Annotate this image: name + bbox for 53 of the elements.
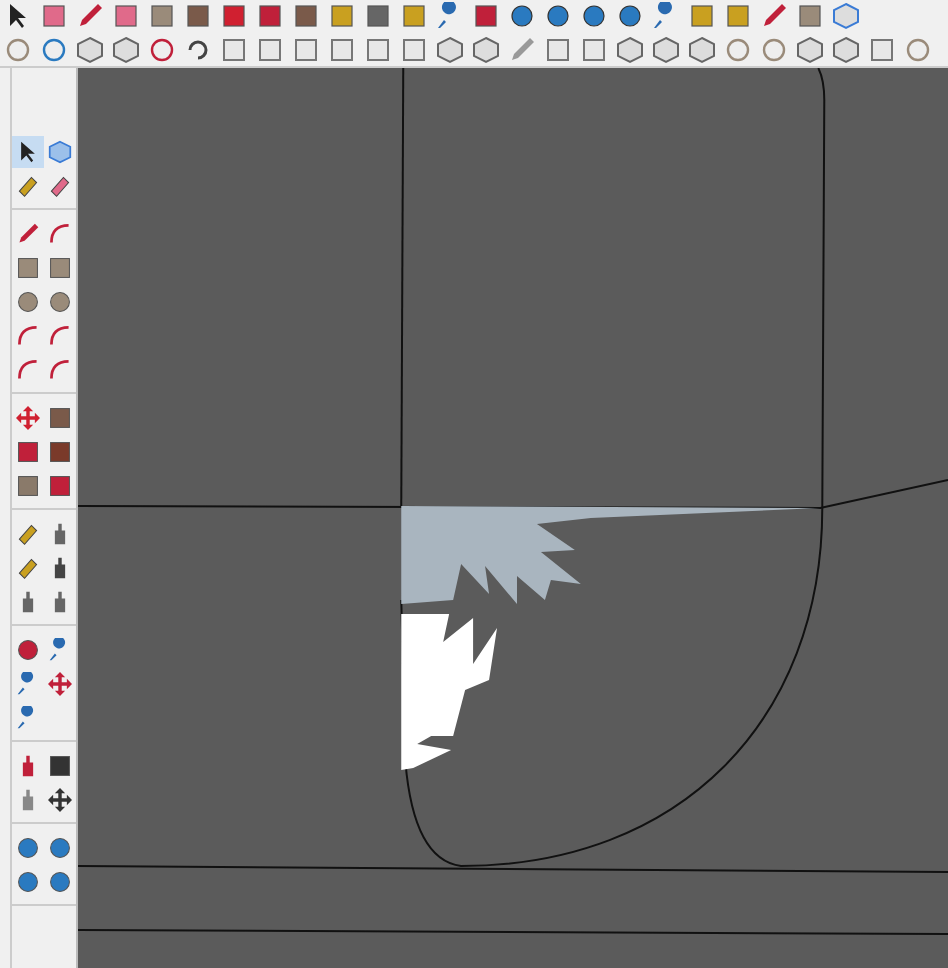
circle-icon[interactable] [724, 35, 752, 63]
rectangle-icon[interactable] [292, 35, 320, 63]
rectangle-icon[interactable] [328, 35, 356, 63]
tool-button[interactable] [12, 436, 44, 468]
circle-icon[interactable] [760, 35, 788, 63]
tool-button[interactable] [44, 252, 76, 284]
circle-icon [16, 290, 40, 314]
cube-icon[interactable] [112, 35, 140, 63]
tool-button[interactable] [12, 136, 44, 168]
tool-button[interactable] [12, 286, 44, 318]
cube-icon[interactable] [616, 35, 644, 63]
cube-icon[interactable] [832, 2, 860, 30]
arrows-icon [48, 788, 72, 812]
tool-button[interactable] [44, 470, 76, 502]
pencil-icon [16, 222, 40, 246]
arc-icon [48, 324, 72, 348]
pencil-icon[interactable] [760, 2, 788, 30]
tool-button[interactable] [12, 634, 44, 666]
cube-icon[interactable] [76, 35, 104, 63]
rectangle-icon[interactable] [364, 35, 392, 63]
arc-icon [48, 358, 72, 382]
arc-icon [16, 324, 40, 348]
rectangle-icon[interactable] [148, 2, 176, 30]
rectangle-icon [16, 256, 40, 280]
tool-button[interactable] [12, 252, 44, 284]
select-arrow-icon [16, 140, 40, 164]
tool-button[interactable] [44, 866, 76, 898]
rectangle-icon[interactable] [580, 35, 608, 63]
tool-button[interactable] [44, 668, 76, 700]
rectangle-icon[interactable] [256, 35, 284, 63]
tool-button[interactable] [12, 832, 44, 864]
cube-icon[interactable] [472, 35, 500, 63]
rectangle-icon[interactable] [796, 2, 824, 30]
cube-icon[interactable] [832, 35, 860, 63]
pencil-icon[interactable] [76, 2, 104, 30]
tool-button[interactable] [44, 436, 76, 468]
cube-icon[interactable] [652, 35, 680, 63]
tool-button[interactable] [44, 832, 76, 864]
circle-icon[interactable] [904, 35, 932, 63]
arc-icon [16, 358, 40, 382]
circle-icon [48, 290, 72, 314]
cube-icon[interactable] [436, 35, 464, 63]
tool-button[interactable] [44, 750, 76, 782]
cube-icon[interactable] [796, 35, 824, 63]
rectangle-icon [48, 256, 72, 280]
tool-button[interactable] [12, 866, 44, 898]
cube-icon[interactable] [688, 35, 716, 63]
tool-button[interactable] [44, 286, 76, 318]
tool-button[interactable] [44, 402, 76, 434]
cube-icon [48, 140, 72, 164]
rectangle-icon[interactable] [220, 35, 248, 63]
tool-button[interactable] [12, 470, 44, 502]
tool-button[interactable] [44, 784, 76, 816]
